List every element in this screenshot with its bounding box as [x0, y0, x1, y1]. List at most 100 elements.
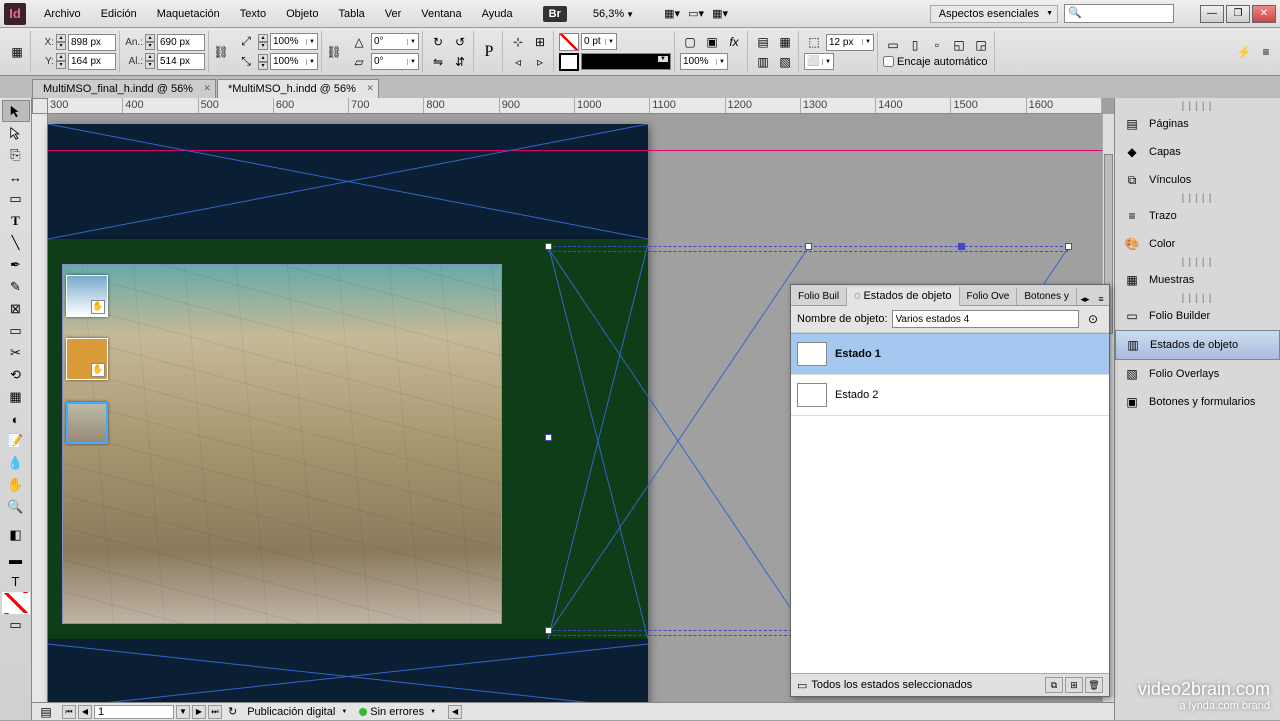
tab-folio-builder[interactable]: Folio Buil [791, 288, 847, 305]
content-collector-tool[interactable]: ▭ [2, 188, 30, 210]
panel-menu-icon[interactable]: ≡ [1256, 43, 1276, 61]
paste-state-icon[interactable]: ⧉ [1045, 677, 1063, 693]
selection-handle[interactable] [545, 243, 552, 250]
selection-tool[interactable] [2, 100, 30, 122]
thumbnail-1[interactable]: ✋ [66, 275, 108, 317]
dropshadow-icon[interactable]: ▢ [680, 33, 700, 51]
status-menu-icon[interactable]: ▤ [36, 703, 56, 721]
fit-prop-icon[interactable]: ◱ [949, 36, 969, 54]
reference-point-icon[interactable]: ▦ [7, 43, 27, 61]
dock-estados-objeto[interactable]: ▥Estados de objeto [1115, 330, 1280, 360]
bridge-button[interactable]: Br [543, 6, 567, 22]
dock-color[interactable]: 🎨Color [1115, 230, 1280, 258]
panel-collapse-icon[interactable]: ◂▸ [1077, 294, 1093, 305]
selection-handle[interactable] [545, 434, 552, 441]
scaley-stepper[interactable]: ▴▾ [258, 54, 268, 70]
opacity-field[interactable]: 100% [680, 53, 728, 70]
thumbnail-2[interactable]: ✋ [66, 338, 108, 380]
dock-grip-icon[interactable]: ┃┃┃┃┃ [1115, 194, 1280, 202]
fit-frame-icon[interactable]: ▯ [905, 36, 925, 54]
rotate-ccw-icon[interactable]: ↺ [450, 33, 470, 51]
zoom-level[interactable]: 56,3%▼ [587, 6, 640, 22]
dock-grip-icon[interactable]: ┃┃┃┃┃ [1115, 258, 1280, 266]
page-dropdown-button[interactable]: ▼ [176, 705, 190, 719]
menu-tabla[interactable]: Tabla [328, 4, 374, 24]
dock-folio-builder[interactable]: ▭Folio Builder [1115, 302, 1280, 330]
corner-radius-field[interactable]: 12 px [826, 34, 874, 51]
x-field[interactable] [68, 34, 116, 51]
maximize-button[interactable]: ❐ [1226, 5, 1250, 23]
screen-mode-icon[interactable]: ▭▾ [684, 4, 708, 24]
dock-vinculos[interactable]: ⧉Vínculos [1115, 166, 1280, 194]
dock-grip-icon[interactable]: ┃┃┃┃┃ [1115, 102, 1280, 110]
content-grabber-icon[interactable]: ⊹ [508, 33, 528, 51]
y-field[interactable] [68, 53, 116, 70]
stroke-swatch[interactable] [559, 53, 579, 71]
flip-h-icon[interactable]: ⇋ [428, 53, 448, 71]
tab-estados-objeto[interactable]: ◌ Estados de objeto [847, 287, 959, 306]
menu-texto[interactable]: Texto [230, 4, 276, 24]
prev-page-button[interactable]: ◀ [78, 705, 92, 719]
menu-maquetacion[interactable]: Maquetación [147, 4, 230, 24]
menu-ayuda[interactable]: Ayuda [472, 4, 523, 24]
menu-objeto[interactable]: Objeto [276, 4, 328, 24]
line-tool[interactable]: ╲ [2, 232, 30, 254]
select-next-icon[interactable]: ▹ [530, 53, 550, 71]
quick-apply-icon[interactable]: ⚡ [1234, 43, 1254, 61]
text-wrap-jump-icon[interactable]: ▧ [775, 53, 795, 71]
page-field[interactable] [94, 705, 174, 719]
rotate-field[interactable]: 0° [371, 33, 419, 50]
type-tool[interactable]: T [2, 210, 30, 232]
free-transform-tool[interactable]: ⟲ [2, 364, 30, 386]
workspace-selector[interactable]: Aspectos esenciales [930, 5, 1058, 23]
fill-stroke-swatch[interactable]: ◧ [2, 522, 30, 548]
new-state-icon[interactable]: ⊞ [1065, 677, 1083, 693]
text-wrap-around-icon[interactable]: ▦ [775, 33, 795, 51]
rectangle-frame-tool[interactable]: ⊠ [2, 298, 30, 320]
doc-tab-1[interactable]: MultiMSO_final_h.indd @ 56%✕ [32, 79, 216, 98]
constrain-scale-icon[interactable]: ⛓ [324, 43, 344, 61]
dock-muestras[interactable]: ▦Muestras [1115, 266, 1280, 294]
scale-x-field[interactable]: 100% [270, 33, 318, 50]
h-field[interactable] [157, 53, 205, 70]
scalex-stepper[interactable]: ▴▾ [258, 34, 268, 50]
state-item-1[interactable]: Estado 1 [791, 334, 1109, 375]
menu-ventana[interactable]: Ventana [411, 4, 471, 24]
image-frame[interactable] [62, 264, 502, 624]
fx-icon[interactable]: fx [724, 33, 744, 51]
selection-handle[interactable] [545, 627, 552, 634]
first-page-button[interactable]: ⏮ [62, 705, 76, 719]
w-stepper[interactable]: ▴▾ [145, 34, 155, 50]
ruler-origin[interactable] [32, 98, 48, 114]
dock-grip-icon[interactable]: ┃┃┃┃┃ [1115, 294, 1280, 302]
preview-icon[interactable]: ▭ [797, 679, 807, 692]
panel-menu-icon[interactable]: ≡ [1093, 294, 1109, 305]
shear-field[interactable]: 0° [371, 53, 419, 70]
menu-archivo[interactable]: Archivo [34, 4, 91, 24]
intent-dropdown[interactable]: Publicación digital [243, 706, 349, 718]
rectangle-tool[interactable]: ▭ [2, 320, 30, 342]
guide-line[interactable] [48, 150, 1102, 151]
constrain-proportions-icon[interactable]: ⛓ [211, 43, 231, 61]
dock-botones-formularios[interactable]: ▣Botones y formularios [1115, 388, 1280, 416]
object-states-panel[interactable]: Folio Buil ◌ Estados de objeto Folio Ove… [790, 284, 1110, 697]
selection-handle[interactable] [1065, 243, 1072, 250]
thumbnail-3[interactable] [66, 402, 108, 444]
close-button[interactable]: ✕ [1252, 5, 1276, 23]
fit-content-icon[interactable]: ▭ [883, 36, 903, 54]
selection-handle[interactable] [958, 243, 965, 250]
search-input[interactable]: 🔍 [1064, 4, 1174, 23]
fill-prop-icon[interactable]: ◲ [971, 36, 991, 54]
preflight-status[interactable]: Sin errores [355, 706, 438, 718]
scale-y-field[interactable]: 100% [270, 53, 318, 70]
next-page-button[interactable]: ▶ [192, 705, 206, 719]
target-icon[interactable]: ⊙ [1083, 310, 1103, 328]
note-tool[interactable]: 📝 [2, 430, 30, 452]
corner-icon[interactable]: ⬚ [804, 33, 824, 51]
stroke-style-dropdown[interactable] [581, 53, 671, 70]
state-item-2[interactable]: Estado 2 [791, 375, 1109, 416]
h-stepper[interactable]: ▴▾ [145, 53, 155, 69]
y-stepper[interactable]: ▴▾ [56, 53, 66, 69]
center-content-icon[interactable]: ▫ [927, 36, 947, 54]
scroll-left-button[interactable]: ◀ [448, 705, 462, 719]
